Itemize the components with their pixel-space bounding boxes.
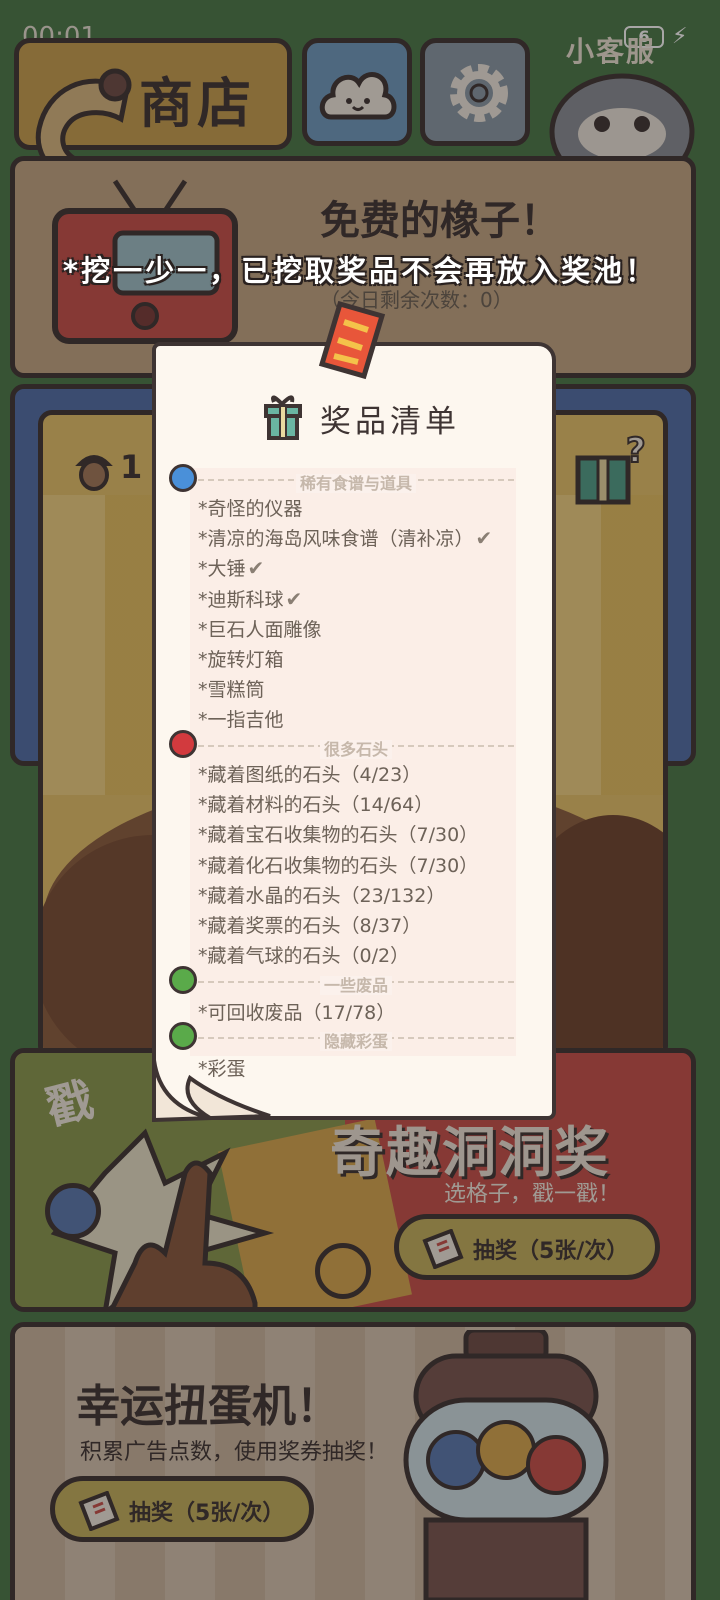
prize-item: *清凉的海岛风味食谱（清补凉） ✔ [198, 524, 492, 551]
section-marker-dot [169, 1022, 197, 1050]
prize-section-header: 一些废品 [198, 972, 514, 995]
prize-item-label: *大锤 [198, 558, 246, 581]
prize-item-label: *一指吉他 [198, 709, 284, 732]
prize-item-label: *迪斯科球 [198, 588, 284, 611]
prize-item-label: *藏着材料的石头（14/64） [198, 794, 434, 817]
prize-item: *藏着材料的石头（14/64） [198, 790, 433, 817]
prize-item: *藏着化石收集物的石头（7/30） [198, 851, 478, 878]
prize-section-header: 很多石头 [198, 736, 514, 759]
prize-section-header: 隐藏彩蛋 [198, 1028, 514, 1051]
prize-item: *可回收废品（17/78） [198, 998, 395, 1025]
prize-item: *藏着气球的石头（0/2） [198, 941, 409, 968]
prize-item-label: *可回收废品（17/78） [198, 1002, 396, 1024]
prize-item-label: *巨石人面雕像 [198, 618, 322, 641]
prize-item-label: *旋转灯箱 [198, 649, 284, 671]
prize-item-label: *藏着水晶的石头（23/132） [198, 884, 446, 907]
prize-item: *藏着水晶的石头（23/132） [198, 881, 445, 908]
prize-item: *藏着奖票的石头（8/37） [198, 911, 421, 938]
prize-section-title: 稀有食谱与道具 [295, 474, 416, 493]
checkmark-icon: ✔ [475, 526, 493, 551]
prize-item: *藏着图纸的石头（4/23） [198, 760, 421, 787]
prize-item: *一指吉他 [198, 705, 284, 732]
prize-section-title: 一些废品 [319, 976, 392, 995]
prize-item-label: *奇怪的仪器 [198, 498, 303, 520]
prize-item: *藏着宝石收集物的石头（7/30） [198, 820, 478, 847]
checkmark-icon: ✔ [285, 586, 303, 611]
gift-icon [264, 395, 302, 440]
prize-item: *迪斯科球 ✔ [198, 585, 302, 612]
prize-item-label: *藏着图纸的石头（4/23） [198, 764, 422, 786]
prize-item-label: *藏着奖票的石头（8/37） [198, 915, 422, 937]
notice-text: *挖一少一，已挖取奖品不会再放入奖池！ [62, 254, 658, 288]
prize-section-title: 隐藏彩蛋 [319, 1032, 392, 1051]
section-marker-dot [169, 464, 197, 492]
section-marker-dot [169, 966, 197, 994]
prize-item-label: *雪糕筒 [198, 679, 265, 702]
prize-item: *奇怪的仪器 [198, 494, 303, 521]
section-marker-dot [169, 730, 197, 758]
prize-item-label: *藏着宝石收集物的石头（7/30） [198, 824, 479, 847]
prize-item: *雪糕筒 [198, 675, 265, 702]
prize-item-label: *藏着化石收集物的石头（7/30） [198, 854, 479, 877]
prize-item: *大锤 ✔ [198, 554, 264, 581]
prize-item: *旋转灯箱 [198, 645, 284, 672]
prize-item-label: *清凉的海岛风味食谱（清补凉） [198, 528, 474, 551]
prize-item: *彩蛋 [198, 1054, 246, 1081]
prize-item-label: *彩蛋 [198, 1058, 246, 1080]
ticket-tag-icon [318, 300, 386, 380]
prize-section-header: 稀有食谱与道具 [198, 470, 514, 493]
checkmark-icon: ✔ [247, 556, 265, 581]
prize-item: *巨石人面雕像 [198, 615, 322, 642]
prize-item-label: *藏着气球的石头（0/2） [198, 945, 410, 968]
prize-list-title: 奖品清单 [320, 404, 460, 440]
prize-section-title: 很多石头 [319, 740, 392, 759]
